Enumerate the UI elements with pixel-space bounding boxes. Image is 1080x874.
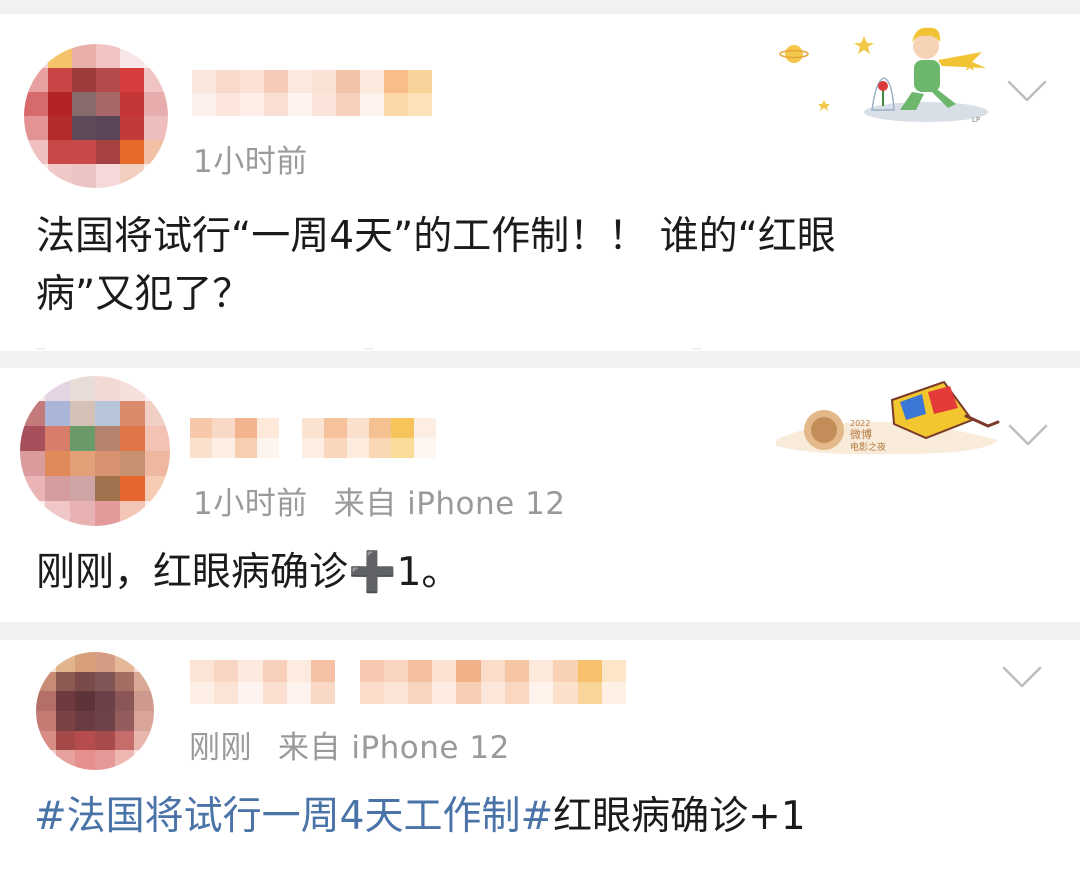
svg-text:电影之夜: 电影之夜 [850, 441, 886, 453]
hashtag-link[interactable]: #法国将试行一周4天工作制# [34, 794, 553, 839]
weibo-feed: 1小时前 LP 法国将试行“一周4天”的工作制！！ 谁的“红眼 病”又犯了？ 1… [0, 0, 1080, 874]
time-text: 1小时前 [193, 144, 308, 180]
username-pixelated[interactable] [190, 418, 436, 458]
little-prince-sticker: LP [779, 27, 988, 124]
post-content-line: 法国将试行“一周4天”的工作制！！ 谁的“红眼 [36, 214, 836, 259]
avatar[interactable] [24, 44, 168, 188]
post-meta: 刚刚 来自 iPhone 12 [189, 722, 510, 767]
divider [364, 348, 374, 350]
username-pixelated[interactable] [190, 660, 626, 704]
post-card[interactable]: 1小时前 LP 法国将试行“一周4天”的工作制！！ 谁的“红眼 病”又犯了？ [0, 14, 1080, 351]
source-text[interactable]: 来自 iPhone 12 [278, 730, 510, 766]
post-content[interactable]: 法国将试行“一周4天”的工作制！！ 谁的“红眼 病”又犯了？ [36, 208, 1046, 324]
post-content-text: 红眼病确诊+1 [553, 794, 806, 839]
post-card[interactable]: 刚刚 来自 iPhone 12 #法国将试行一周4天工作制#红眼病确诊+1 [0, 640, 1080, 874]
divider [692, 348, 702, 350]
chevron-down-icon[interactable] [1008, 424, 1048, 448]
post-content-text: 刚刚，红眼病确诊 [36, 550, 349, 595]
svg-text:LP: LP [972, 116, 980, 124]
post-card[interactable]: 1小时前 来自 iPhone 12 2022 微博 电影之夜 刚刚，红眼病确诊➕1… [0, 368, 1080, 622]
post-content-line: 病”又犯了？ [36, 272, 252, 317]
svg-text:2022: 2022 [850, 419, 870, 428]
3d-glasses-sticker: 2022 微博 电影之夜 [776, 380, 1000, 455]
chevron-down-icon[interactable] [1002, 666, 1042, 690]
svg-text:微博: 微博 [850, 427, 872, 441]
avatar[interactable] [20, 376, 170, 526]
post-content[interactable]: 刚刚，红眼病确诊➕1。 [36, 544, 1046, 602]
divider [36, 348, 46, 350]
chevron-down-icon[interactable] [1007, 80, 1047, 104]
avatar[interactable] [36, 652, 154, 770]
plus-emoji-icon: ➕ [348, 550, 397, 595]
time-text: 1小时前 [193, 486, 308, 522]
post-content-text: 1。 [396, 550, 461, 595]
username-pixelated[interactable] [192, 70, 432, 116]
post-content[interactable]: #法国将试行一周4天工作制#红眼病确诊+1 [34, 788, 1044, 846]
source-text[interactable]: 来自 iPhone 12 [334, 486, 566, 522]
post-meta: 1小时前 来自 iPhone 12 [193, 478, 566, 523]
time-text: 刚刚 [189, 730, 252, 766]
post-timestamp: 1小时前 [193, 136, 308, 181]
